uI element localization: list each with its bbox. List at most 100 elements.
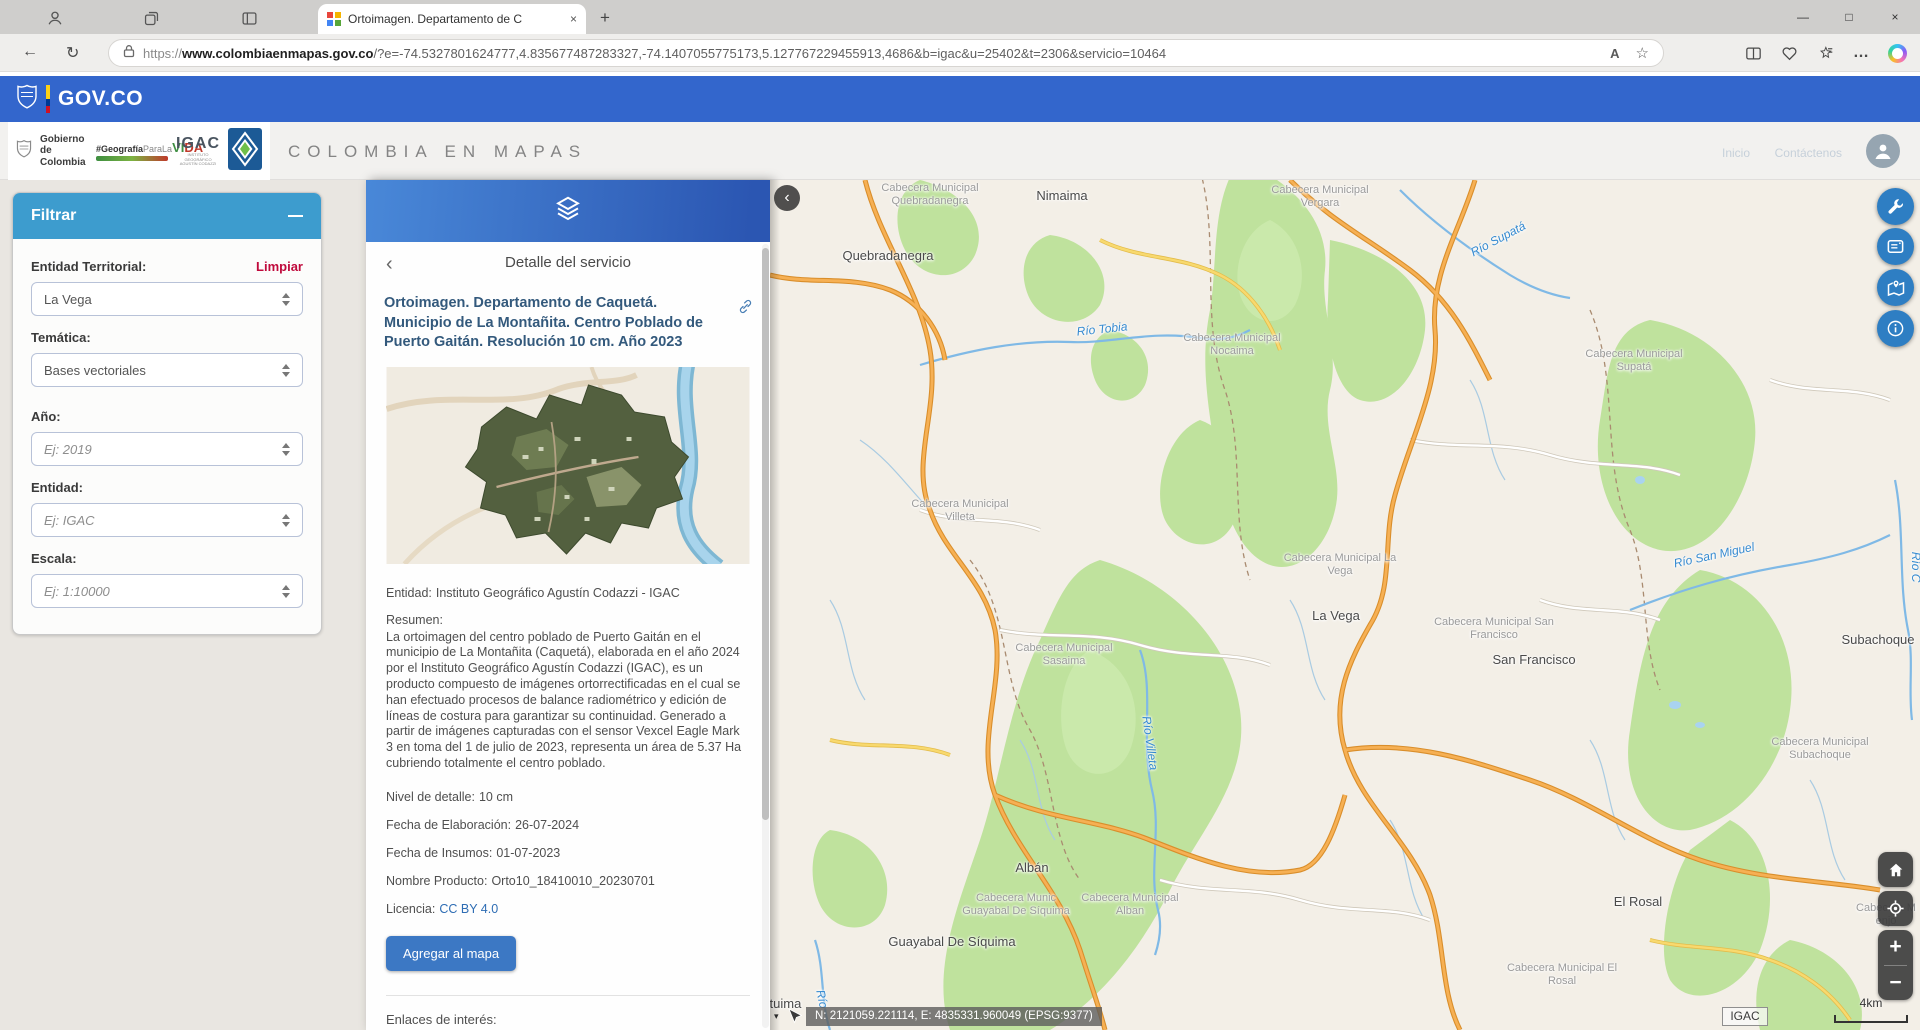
vertical-tabs-icon[interactable] bbox=[238, 7, 260, 29]
new-tab-button[interactable]: + bbox=[600, 8, 610, 28]
basemap-gallery-button[interactable] bbox=[1877, 269, 1914, 306]
refresh-button[interactable]: ↻ bbox=[66, 43, 79, 63]
resumen-text: La ortoimagen del centro poblado de Puer… bbox=[386, 629, 742, 771]
detail-panel-header bbox=[366, 180, 770, 242]
url-scheme: https:// bbox=[143, 45, 183, 61]
coordinates-display[interactable]: N: 2121059.221114, E: 4835331.960049 (EP… bbox=[806, 1007, 1102, 1026]
tematica-select[interactable]: Bases vectoriales bbox=[31, 353, 303, 387]
map-contents-button[interactable] bbox=[1877, 228, 1914, 265]
window-close-button[interactable]: × bbox=[1872, 0, 1918, 34]
tab-title: Ortoimagen. Departamento de C bbox=[348, 12, 523, 26]
select-chevrons-icon bbox=[282, 292, 290, 306]
limpiar-link[interactable]: Limpiar bbox=[256, 259, 303, 274]
app-header: Gobierno de Colombia #GeografíaParaLaVIDA… bbox=[0, 122, 1920, 180]
map-container: Cabecera Municipal Quebradanegra Nimaima Ca… bbox=[770, 180, 1920, 1030]
service-title: Ortoimagen. Departamento de Caquetá. Mun… bbox=[384, 295, 703, 351]
igac-logo: IGAC INSTITUTO GEOGRÁFICO AGUSTÍN CODAZZI bbox=[176, 134, 220, 167]
select-chevrons-icon bbox=[282, 442, 290, 456]
browser-tab-bar: Ortoimagen. Departamento de C × + — □ × bbox=[0, 0, 1920, 34]
filter-panel: Filtrar Entidad Territorial: Limpiar La … bbox=[12, 192, 322, 635]
back-button[interactable]: ← bbox=[22, 43, 38, 61]
filter-panel-header: Filtrar bbox=[13, 193, 321, 239]
lock-icon[interactable] bbox=[123, 44, 135, 63]
browser-essentials-icon[interactable] bbox=[1778, 43, 1800, 63]
split-screen-icon[interactable] bbox=[1742, 43, 1764, 63]
anio-label: Año: bbox=[31, 409, 61, 424]
service-detail-panel: ‹ Detalle del servicio Ortoimagen. Depar… bbox=[366, 180, 770, 1030]
escala-select[interactable]: Ej: 1:10000 bbox=[31, 574, 303, 608]
agregar-al-mapa-button[interactable]: Agregar al mapa bbox=[386, 935, 517, 971]
meta-line: Nombre Producto: Orto10_18410010_20230701 bbox=[386, 873, 655, 888]
app-title: COLOMBIA EN MAPAS bbox=[288, 142, 588, 161]
window-maximize-button[interactable]: □ bbox=[1826, 0, 1872, 34]
scale-bar bbox=[1834, 1015, 1908, 1023]
select-chevrons-icon bbox=[282, 584, 290, 598]
entidad-select[interactable]: Ej: IGAC bbox=[31, 503, 303, 537]
layers-icon bbox=[553, 194, 583, 229]
user-avatar[interactable] bbox=[1866, 134, 1900, 168]
zoom-in-button[interactable]: + bbox=[1878, 930, 1913, 965]
coordinates-caret-icon[interactable]: ▾ bbox=[774, 1011, 779, 1022]
cursor-pointer-icon bbox=[786, 1007, 803, 1030]
url-text: https://www.colombiaenmapas.gov.co/?e=-7… bbox=[143, 46, 1166, 61]
map-attribution: IGAC bbox=[1722, 1007, 1768, 1026]
entity-line: Entidad: Instituto Geográfico Agustín Cod… bbox=[386, 585, 680, 600]
select-chevrons-icon bbox=[282, 513, 290, 527]
igac-shield-icon bbox=[228, 127, 262, 175]
collapse-minus-icon[interactable] bbox=[288, 215, 303, 217]
escala-label: Escala: bbox=[31, 551, 77, 566]
gobierno-crest-icon bbox=[16, 139, 32, 164]
browser-window: Ortoimagen. Departamento de C × + — □ × … bbox=[0, 0, 1920, 1030]
geografia-vida-logo: #GeografíaParaLaVIDA bbox=[96, 140, 203, 162]
section-divider bbox=[386, 994, 750, 996]
licencia-line: Licencia: CC BY 4.0 bbox=[386, 901, 499, 916]
tematica-label: Temática: bbox=[31, 330, 91, 345]
anio-select[interactable]: Ej: 2019 bbox=[31, 432, 303, 466]
geolocate-button[interactable] bbox=[1878, 891, 1913, 926]
scale-label: 4km bbox=[1859, 996, 1883, 1010]
back-chevron-button[interactable]: ‹ bbox=[386, 254, 393, 274]
copilot-icon[interactable] bbox=[1886, 43, 1908, 63]
workspaces-icon[interactable] bbox=[140, 7, 162, 29]
govco-bar: GOV.CO bbox=[0, 76, 1920, 122]
address-bar[interactable]: https://www.colombiaenmapas.gov.co/?e=-7… bbox=[108, 39, 1664, 67]
detail-panel-title: Detalle del servicio bbox=[505, 254, 631, 271]
map-canvas[interactable] bbox=[770, 180, 1920, 1030]
entidad-territorial-select[interactable]: La Vega bbox=[31, 282, 303, 316]
window-minimize-button[interactable]: — bbox=[1780, 0, 1826, 34]
browser-profile-icon[interactable] bbox=[44, 7, 66, 29]
read-aloud-icon[interactable]: A bbox=[1610, 46, 1619, 61]
nav-link-contactenos[interactable]: Contáctenos bbox=[1775, 146, 1842, 160]
browser-tab[interactable]: Ortoimagen. Departamento de C × bbox=[318, 4, 586, 34]
add-favorite-star-icon[interactable]: ☆ bbox=[1636, 44, 1649, 62]
colombia-crest-icon bbox=[16, 84, 38, 115]
map-info-button[interactable] bbox=[1877, 310, 1914, 347]
meta-line: Fecha de Insumos: 01-07-2023 bbox=[386, 845, 561, 860]
zoom-out-button[interactable]: − bbox=[1878, 966, 1913, 1001]
select-chevrons-icon bbox=[282, 363, 290, 377]
site-favicon bbox=[327, 12, 341, 26]
favorites-bar-icon[interactable] bbox=[1814, 43, 1836, 63]
institution-logos: Gobierno de Colombia #GeografíaParaLaVIDA… bbox=[8, 122, 270, 180]
meta-line: Fecha de Elaboración: 26-07-2024 bbox=[386, 817, 580, 832]
share-link-icon[interactable] bbox=[737, 298, 754, 320]
page-content: Filtrar Entidad Territorial: Limpiar La … bbox=[0, 180, 1920, 1030]
licencia-link[interactable]: CC BY 4.0 bbox=[439, 902, 498, 916]
tab-close-icon[interactable]: × bbox=[570, 12, 577, 26]
resumen-label: Resumen: bbox=[386, 612, 443, 627]
nav-link-inicio[interactable]: Inicio bbox=[1722, 146, 1750, 160]
browser-toolbar: ← ↻ https://www.colombiaenmapas.gov.co/?… bbox=[0, 34, 1920, 72]
service-thumbnail bbox=[386, 366, 750, 564]
govco-logo: GOV.CO bbox=[58, 87, 144, 110]
entidad-label: Entidad: bbox=[31, 480, 83, 495]
collapse-panel-button[interactable]: ‹ bbox=[774, 185, 800, 211]
filter-title: Filtrar bbox=[31, 207, 77, 224]
colombia-flag-stripe bbox=[46, 85, 50, 113]
settings-more-icon[interactable]: … bbox=[1850, 43, 1872, 63]
meta-line: Nivel de detalle: 10 cm bbox=[386, 789, 513, 804]
url-path: /?e=-74.5327801624777,4.835677487283327,… bbox=[373, 45, 1167, 61]
enlaces-label: Enlaces de interés: bbox=[386, 1011, 497, 1027]
detail-scrollbar-thumb[interactable] bbox=[762, 248, 769, 820]
map-tools-button[interactable] bbox=[1877, 188, 1914, 225]
home-extent-button[interactable] bbox=[1878, 852, 1913, 887]
